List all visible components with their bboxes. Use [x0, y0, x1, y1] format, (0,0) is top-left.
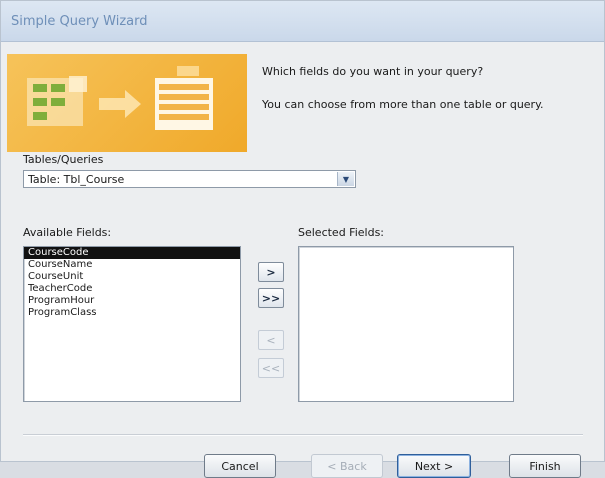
available-fields-label: Available Fields:	[23, 226, 112, 239]
wizard-banner-illustration	[7, 54, 247, 152]
back-button[interactable]: < Back	[311, 454, 383, 478]
remove-all-fields-button[interactable]: <<	[258, 358, 284, 378]
intro-hint: You can choose from more than one table …	[262, 98, 544, 111]
cancel-button[interactable]: Cancel	[204, 454, 276, 478]
query-wizard-window: Simple Query Wizard Which fields do you …	[0, 0, 605, 478]
add-all-fields-button[interactable]: >>	[258, 288, 284, 308]
available-fields-list[interactable]: CourseCode CourseName CourseUnit Teacher…	[23, 246, 241, 402]
footer-divider	[23, 434, 583, 436]
window-title: Simple Query Wizard	[11, 14, 148, 29]
list-item[interactable]: ProgramClass	[24, 307, 240, 319]
list-item[interactable]: TeacherCode	[24, 283, 240, 295]
title-bar: Simple Query Wizard	[1, 1, 604, 42]
add-field-button[interactable]: >	[258, 262, 284, 282]
tables-queries-dropdown[interactable]: Table: Tbl_Course ▼	[23, 170, 356, 188]
finish-button[interactable]: Finish	[509, 454, 581, 478]
tables-queries-label: Tables/Queries	[23, 153, 104, 166]
list-item[interactable]: CourseName	[24, 259, 240, 271]
wizard-body: Which fields do you want in your query? …	[1, 42, 604, 478]
table-to-query-icon	[27, 66, 213, 130]
list-item[interactable]: CourseCode	[24, 247, 240, 259]
tables-queries-value: Table: Tbl_Course	[28, 173, 125, 186]
intro-question: Which fields do you want in your query?	[262, 65, 484, 78]
remove-field-button[interactable]: <	[258, 330, 284, 350]
next-button[interactable]: Next >	[397, 454, 471, 478]
list-item[interactable]: ProgramHour	[24, 295, 240, 307]
list-item[interactable]: CourseUnit	[24, 271, 240, 283]
chevron-down-icon[interactable]: ▼	[337, 172, 354, 186]
selected-fields-list[interactable]	[298, 246, 514, 402]
selected-fields-label: Selected Fields:	[298, 226, 385, 239]
